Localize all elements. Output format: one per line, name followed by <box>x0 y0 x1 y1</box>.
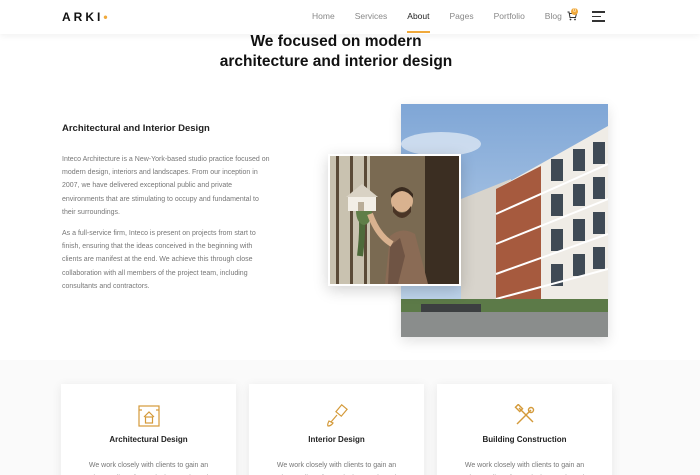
about-paragraph-2: As a full-service firm, Inteco is presen… <box>62 230 256 290</box>
nav-home[interactable]: Home <box>312 11 335 21</box>
about-paragraph-1: Inteco Architecture is a New-York-based … <box>62 156 270 216</box>
nav-pages[interactable]: Pages <box>450 11 474 21</box>
cart-count-badge: 0 <box>571 8 578 15</box>
card-text: We work closely with clients to gain an … <box>88 462 209 469</box>
heading-line-1: We focused on modern <box>250 33 422 50</box>
hamburger-menu-icon[interactable] <box>592 11 605 25</box>
architect-photo <box>328 154 461 286</box>
service-card-construction[interactable]: Building Construction We work closely wi… <box>437 384 612 475</box>
nav-blog[interactable]: Blog <box>545 11 562 21</box>
nav-portfolio[interactable]: Portfolio <box>494 11 525 21</box>
heading-line-2: architecture and interior design <box>219 53 453 70</box>
logo[interactable]: ARKI• <box>62 10 111 24</box>
paint-brush-icon <box>325 403 349 428</box>
service-card-interior[interactable]: Interior Design We work closely with cli… <box>249 384 424 475</box>
blueprint-house-icon <box>137 404 161 428</box>
section-heading: We focused on modern architecture and in… <box>0 32 672 72</box>
card-text: We work closely with clients to gain an … <box>464 462 585 469</box>
card-title: Interior Design <box>308 435 365 444</box>
logo-text: ARKI <box>62 10 104 24</box>
logo-dot: • <box>103 10 111 24</box>
nav-services[interactable]: Services <box>355 11 388 21</box>
card-title: Architectural Design <box>109 435 188 444</box>
card-title: Building Construction <box>482 435 567 444</box>
site-header: ARKI• Home Services About Pages Portfoli… <box>0 0 700 34</box>
nav-about[interactable]: About <box>407 11 430 33</box>
hammer-wrench-icon <box>513 403 537 428</box>
main-nav: Home Services About Pages Portfolio Blog <box>312 11 582 33</box>
card-text: We work closely with clients to gain an … <box>276 462 397 469</box>
about-title: Architectural and Interior Design <box>62 123 210 134</box>
service-card-architectural[interactable]: Architectural Design We work closely wit… <box>61 384 236 475</box>
